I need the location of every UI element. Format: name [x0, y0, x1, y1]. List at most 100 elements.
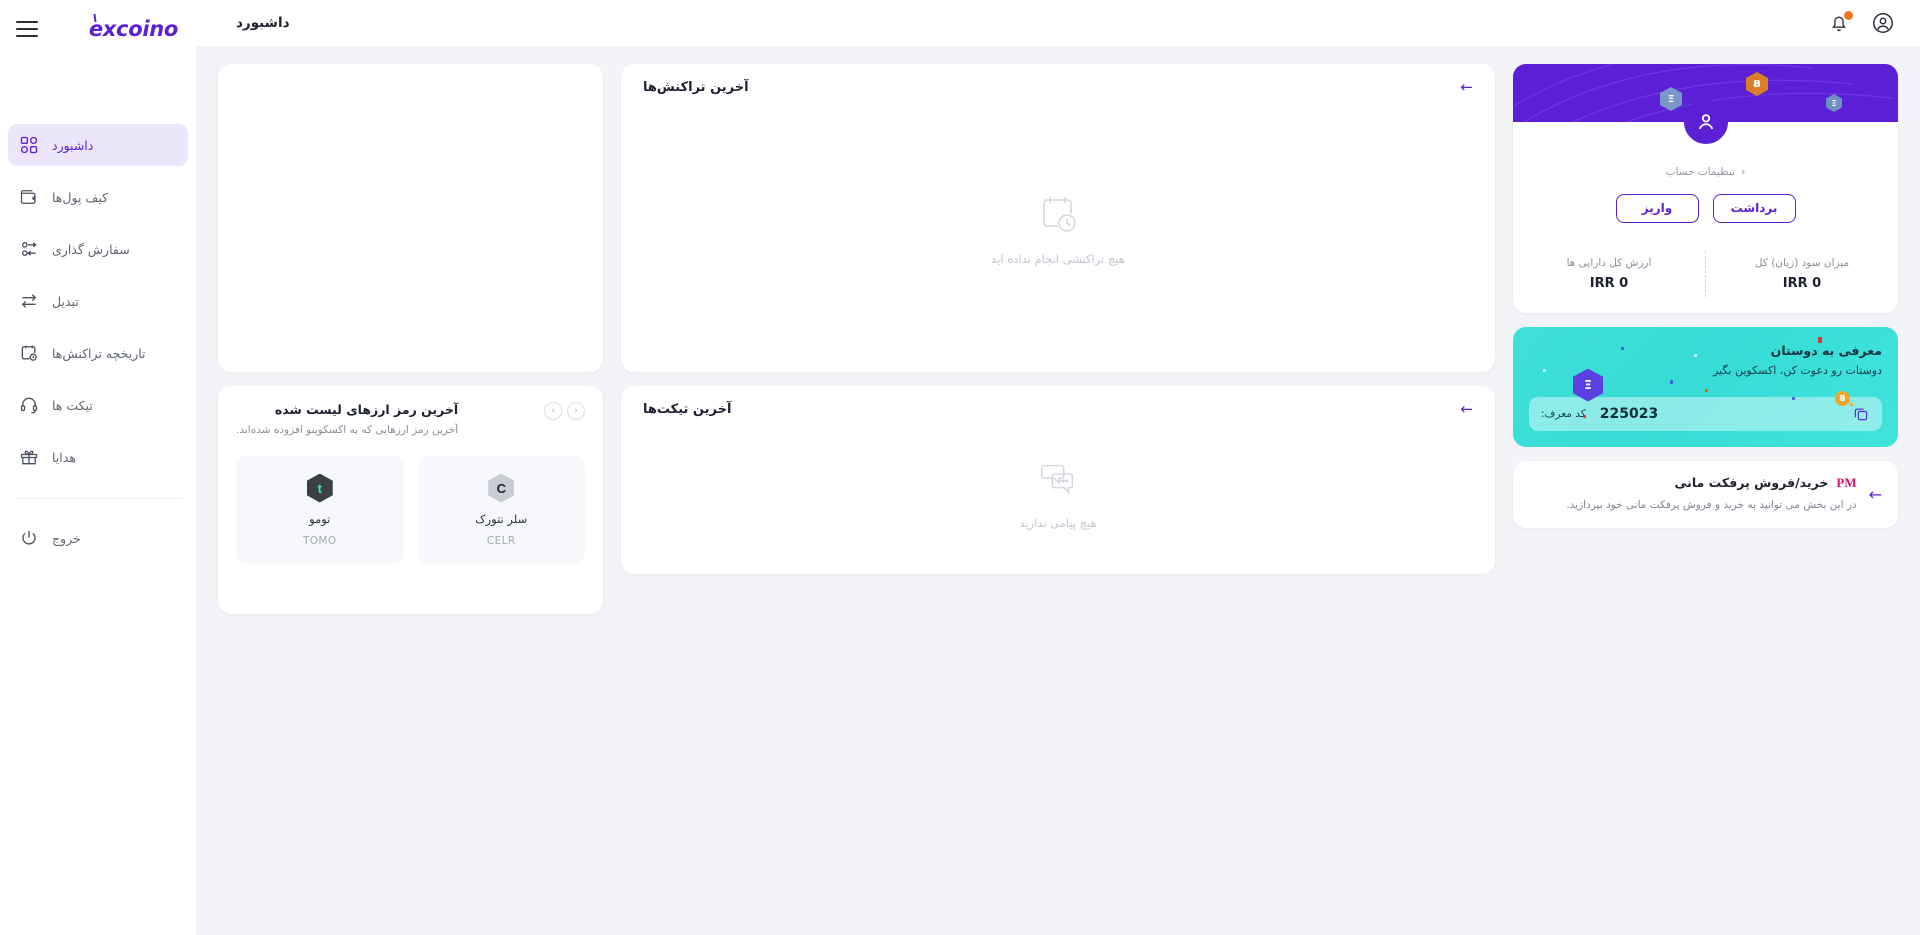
new-coins-titles: آخرین رمز ارزهای لیست شده آخرین رمز ارزه…	[236, 402, 458, 436]
stat-divider	[1705, 250, 1706, 297]
grid-icon	[18, 134, 40, 156]
dashboard-content: Ƀ Ξ Ξ تنظیمات حساب ‹ واریز برداشت ارزش ک…	[196, 46, 1920, 935]
sidebar-divider	[14, 498, 182, 499]
carousel-next-button[interactable]: ›	[544, 402, 562, 420]
stat-total-profit: میزان سود (زیان) کل IRR 0	[1706, 257, 1898, 291]
sidebar-item-tickets[interactable]: تیکت ها	[8, 384, 188, 426]
chat-bubbles-icon	[1040, 464, 1074, 494]
sidebar-item-orders[interactable]: سفارش گذاری	[8, 228, 188, 270]
sidebar-item-label: خروج	[52, 530, 81, 546]
sidebar-item-label: سفارش گذاری	[52, 241, 130, 257]
power-icon	[18, 527, 40, 549]
profile-body: تنظیمات حساب ‹ واریز برداشت ارزش کل دارا…	[1513, 122, 1898, 313]
sidebar-item-wallets[interactable]: کیف پول‌ها	[8, 176, 188, 218]
sidebar-header: excoino	[0, 0, 196, 58]
arrow-left-icon: ←	[1868, 484, 1882, 504]
withdraw-button[interactable]: برداشت	[1712, 193, 1796, 223]
perfect-money-logo: PM	[1836, 474, 1857, 490]
stat-total-assets: ارزش کل دارایی ها IRR 0	[1513, 257, 1705, 291]
referral-code-box: کد معرف: 225023	[1529, 396, 1882, 431]
confetti	[1792, 396, 1795, 400]
gift-icon	[18, 446, 40, 468]
main-area: داشبورد Ƀ Ξ Ξ تنظیمات حساب ‹ واریز برداش…	[196, 0, 1920, 935]
pm-header: PM خرید/فروش پرفکت مانی	[1529, 474, 1857, 491]
app-root: excoino داشبورد	[0, 0, 1920, 935]
coin-symbol: CELR	[486, 534, 516, 547]
topbar: داشبورد	[196, 0, 1920, 46]
bell-icon[interactable]	[1826, 10, 1853, 36]
new-coins-subtitle: آخرین رمز ارزهایی که به اکسکوینو افزوده …	[236, 424, 459, 436]
user-icon	[1698, 114, 1713, 130]
hamburger-icon[interactable]	[16, 21, 38, 37]
account-settings-label: تنظیمات حساب	[1665, 165, 1735, 178]
stat-value: IRR 0	[1589, 275, 1629, 291]
coin-name: تومو	[309, 511, 331, 526]
transactions-empty-state: هیچ تراکنشی انجام نداده اید	[621, 83, 1495, 372]
orders-icon	[18, 238, 40, 260]
new-coins-header: آخرین رمز ارزهای لیست شده آخرین رمز ارزه…	[236, 402, 585, 436]
referral-code-label: کد معرف:	[1541, 407, 1586, 420]
profile-card: Ƀ Ξ Ξ تنظیمات حساب ‹ واریز برداشت ارزش ک…	[1513, 64, 1898, 313]
profile-actions: واریز برداشت	[1513, 193, 1898, 223]
copy-icon[interactable]	[1852, 405, 1870, 423]
sidebar-item-gifts[interactable]: هدایا	[8, 436, 188, 478]
referral-title: معرفی به دوستان	[1770, 342, 1882, 358]
sidebar-item-transaction-history[interactable]: تاریخچه تراکنش‌ها	[8, 332, 188, 374]
coin-logo-icon: C	[488, 473, 515, 503]
left-column: آخرین رمز ارزهای لیست شده آخرین رمز ارزه…	[218, 64, 603, 614]
tickets-empty-state: هیچ پیامی ندارید	[621, 411, 1495, 574]
coin-symbol: TOMO	[302, 534, 337, 547]
stat-value: IRR 0	[1782, 275, 1822, 291]
swap-icon	[18, 290, 40, 312]
account-settings-link[interactable]: تنظیمات حساب ‹	[1666, 166, 1746, 178]
coin-card[interactable]: C سلر نتورک CELR	[417, 456, 585, 564]
new-coins-panel: آخرین رمز ارزهای لیست شده آخرین رمز ارزه…	[218, 386, 603, 614]
profile-stats: ارزش کل دارایی ها IRR 0 میزان سود (زیان)…	[1513, 250, 1898, 297]
referral-card[interactable]: Ξ Ƀ معرفی به دوستان دوستات رو دعوت کن، ا…	[1513, 326, 1898, 447]
confetti	[1543, 368, 1546, 372]
brand-logo-text: excoino	[88, 17, 178, 41]
sidebar-item-convert[interactable]: تبدیل	[8, 280, 188, 322]
new-coins-title: آخرین رمز ارزهای لیست شده	[274, 402, 459, 417]
blank-panel	[218, 64, 603, 372]
sidebar-item-logout[interactable]: خروج	[8, 517, 188, 559]
confetti	[1621, 346, 1624, 350]
sidebar: excoino داشبورد	[0, 0, 196, 935]
sidebar-item-label: هدایا	[52, 449, 76, 465]
confetti	[1818, 336, 1822, 343]
center-column: آخرین تراکنش‌ها ← هیچ تراکنشی انجام نداد…	[621, 64, 1495, 574]
transactions-panel: آخرین تراکنش‌ها ← هیچ تراکنشی انجام نداد…	[621, 64, 1495, 372]
perfect-money-card[interactable]: ← PM خرید/فروش پرفکت مانی در این بخش می …	[1513, 460, 1898, 528]
coin-card[interactable]: t تومو TOMO	[236, 456, 404, 564]
page-title: داشبورد	[236, 15, 290, 31]
sidebar-item-label: تبدیل	[52, 293, 79, 309]
deposit-button[interactable]: واریز	[1615, 193, 1699, 223]
confetti	[1694, 353, 1697, 357]
sidebar-item-label: تاریخچه تراکنش‌ها	[52, 345, 146, 361]
confetti	[1850, 402, 1853, 406]
chevron-left-icon: ‹	[1740, 165, 1746, 178]
brand-logo: excoino	[89, 17, 178, 41]
headset-icon	[18, 394, 40, 416]
tickets-panel: آخرین تیکت‌ها ← هیچ پیامی ندارید	[621, 386, 1495, 574]
history-icon	[18, 342, 40, 364]
transactions-empty-text: هیچ تراکنشی انجام نداده اید	[991, 251, 1125, 266]
topbar-actions	[1826, 10, 1896, 36]
referral-code-group: کد معرف: 225023	[1541, 406, 1658, 422]
sidebar-item-label: داشبورد	[52, 137, 94, 153]
pm-arrow-button[interactable]: ←	[1869, 485, 1882, 504]
new-coins-carousel-controls: ‹ ›	[544, 402, 585, 420]
stat-label: میزان سود (زیان) کل	[1754, 256, 1850, 269]
pm-title: خرید/فروش پرفکت مانی	[1674, 475, 1829, 490]
tickets-empty-text: هیچ پیامی ندارید	[1019, 515, 1097, 530]
confetti	[1583, 414, 1586, 418]
carousel-prev-button[interactable]: ‹	[567, 402, 585, 420]
bitcoin-small-icon: Ƀ	[1835, 390, 1850, 406]
pm-description: در این بخش می توانید به خرید و فروش پرفک…	[1566, 498, 1857, 511]
confetti	[1670, 379, 1673, 384]
confetti	[1705, 388, 1708, 392]
sidebar-item-dashboard[interactable]: داشبورد	[8, 124, 188, 166]
wallet-icon	[18, 186, 40, 208]
user-circle-icon[interactable]	[1870, 10, 1896, 36]
coin-name: سلر نتورک	[475, 511, 528, 526]
